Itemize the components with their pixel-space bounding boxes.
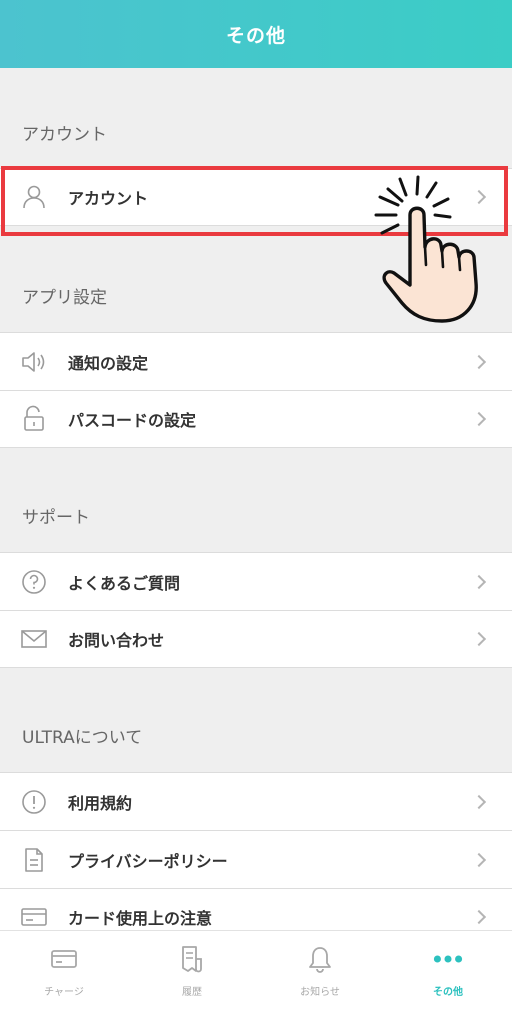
tab-more[interactable]: その他 [384, 931, 512, 1024]
receipt-icon [177, 945, 207, 973]
exclamation-icon [20, 788, 48, 816]
chevron-right-icon [471, 631, 487, 647]
row-label: お問い合わせ [68, 631, 165, 650]
section-title-app-settings: アプリ設定 [22, 288, 107, 308]
section-title-about: ULTRAについて [22, 728, 143, 748]
row-label: パスコードの設定 [68, 411, 197, 430]
bell-icon [305, 945, 335, 973]
row-label: カード使用上の注意 [68, 909, 213, 928]
page-title: その他 [225, 24, 286, 47]
tab-label: チャージ [44, 987, 84, 998]
speaker-icon [20, 348, 48, 376]
unlock-icon [20, 405, 48, 433]
card-icon [20, 903, 48, 930]
tab-label: お知らせ [300, 987, 340, 998]
row-card-precautions[interactable]: カード使用上の注意 [0, 888, 512, 930]
row-faq[interactable]: よくあるご質問 [0, 552, 512, 610]
row-label: アカウント [68, 189, 149, 208]
chevron-right-icon [471, 794, 487, 809]
tab-notifications[interactable]: お知らせ [256, 931, 384, 1024]
card-icon [49, 945, 79, 973]
section-title-account: アカウント [22, 125, 107, 145]
row-label: 通知の設定 [68, 353, 149, 373]
row-label: プライバシーポリシー [68, 851, 228, 871]
person-icon [20, 183, 48, 211]
tab-label: 履歴 [182, 987, 202, 998]
chevron-right-icon [471, 411, 487, 427]
row-passcode-settings[interactable]: パスコードの設定 [0, 390, 512, 448]
section-title-support: サポート [22, 508, 90, 528]
mail-icon [20, 625, 48, 653]
row-contact[interactable]: お問い合わせ [0, 610, 512, 668]
chevron-right-icon [471, 574, 487, 589]
tap-hand-icon [374, 175, 478, 323]
tab-charge[interactable]: チャージ [0, 931, 128, 1024]
document-icon [20, 846, 48, 874]
more-dots-icon [433, 945, 463, 973]
chevron-right-icon [471, 852, 487, 867]
row-label: 利用規約 [68, 793, 133, 813]
tab-history[interactable]: 履歴 [128, 931, 256, 1024]
row-privacy-policy[interactable]: プライバシーポリシー [0, 830, 512, 888]
row-terms[interactable]: 利用規約 [0, 772, 512, 830]
header: その他 [0, 0, 512, 68]
chevron-right-icon [471, 909, 487, 925]
bottom-tab-bar: チャージ 履歴 お知らせ その他 [0, 930, 512, 1024]
chevron-right-icon [471, 354, 487, 369]
question-icon [20, 568, 48, 596]
row-notification-settings[interactable]: 通知の設定 [0, 332, 512, 390]
row-label: よくあるご質問 [68, 573, 181, 593]
tab-label: その他 [433, 987, 463, 998]
